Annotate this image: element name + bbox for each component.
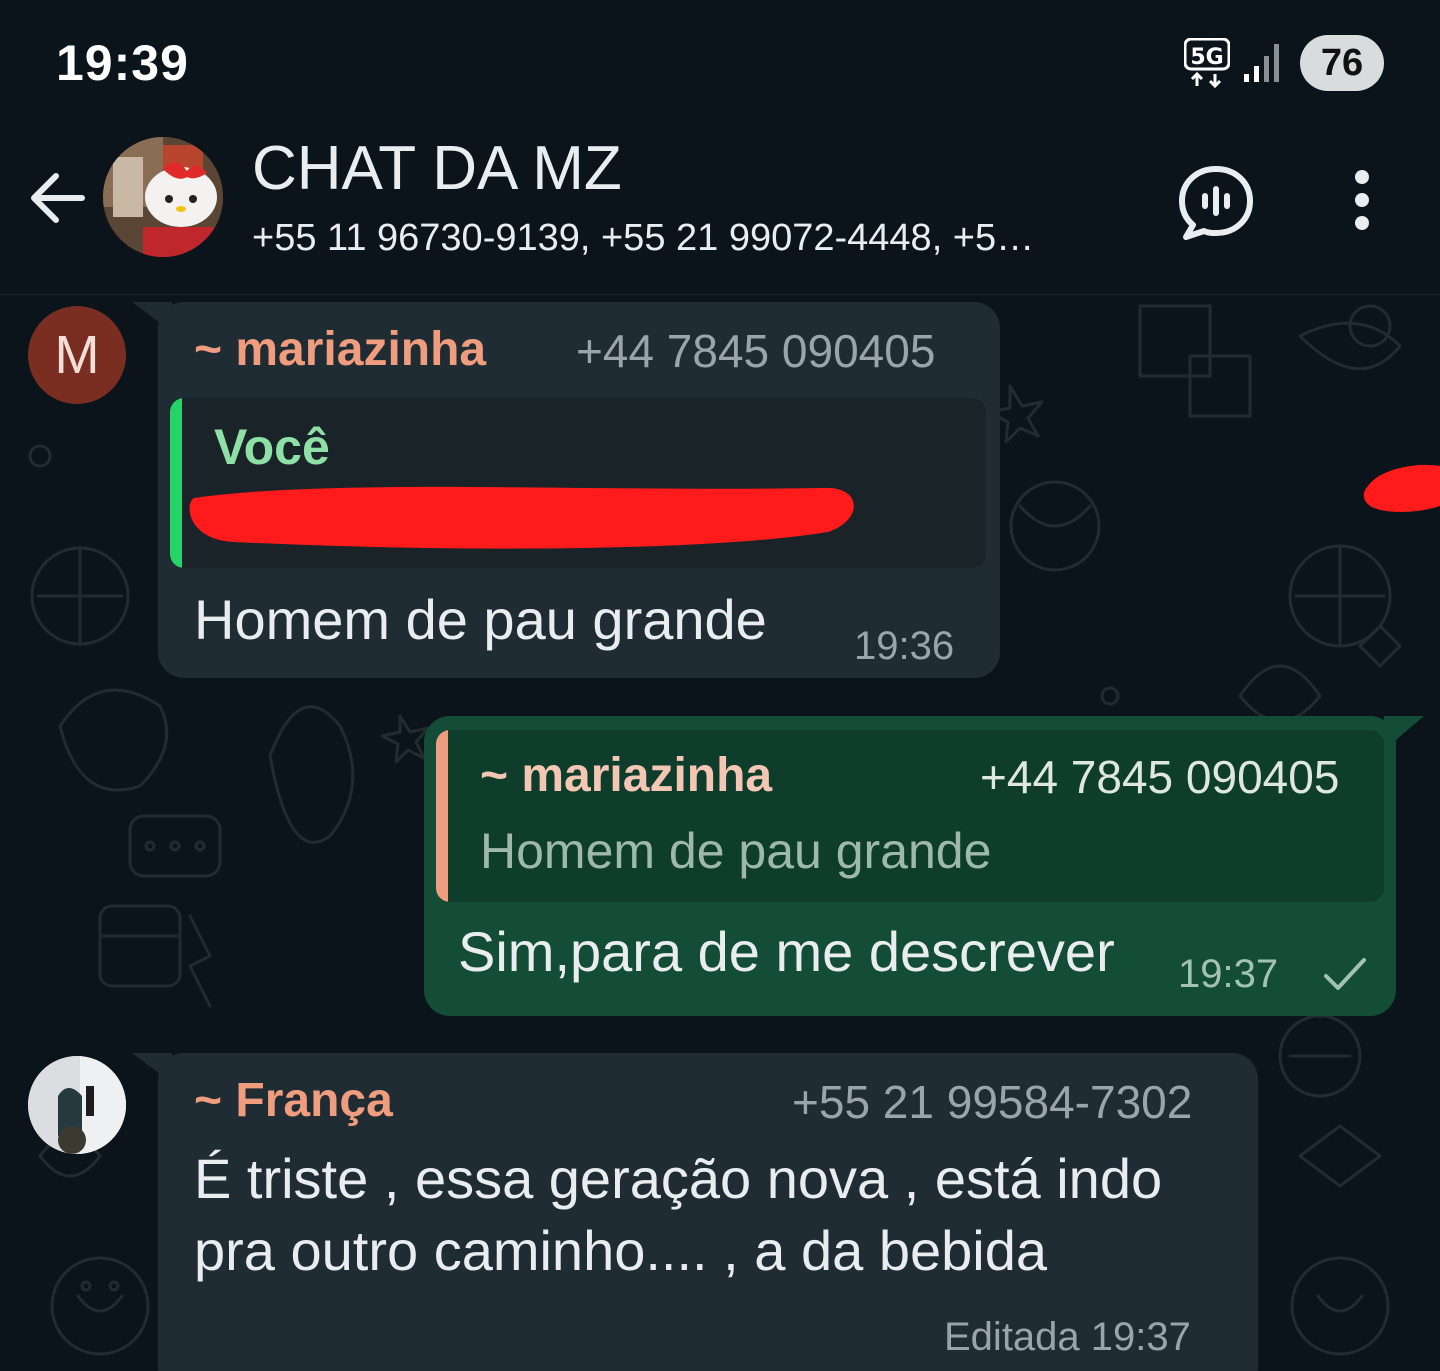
message-time-edited: Editada 19:37 [944,1315,1191,1359]
sender-phone: +44 7845 090405 [576,325,936,377]
message-time: 19:36 [854,624,955,668]
quote-accent-bar [170,398,182,568]
network-5g-icon: 5G [1183,37,1231,89]
quote-text: Homem de pau grande [480,823,992,879]
sender-phone: +55 21 99584-7302 [792,1076,1193,1128]
message-text: Sim,para de me descrever [458,920,1115,983]
more-vert-icon [1355,170,1369,230]
svg-text:5G: 5G [1190,45,1223,70]
battery-indicator: 76 [1300,35,1384,91]
voice-chat-icon [1179,166,1253,240]
back-button[interactable] [24,163,94,233]
sender-avatar-mariazinha[interactable]: M [28,306,126,404]
read-check-icon [1324,958,1366,990]
voice-chat-button[interactable] [1176,163,1256,243]
message-bubble-incoming-1[interactable]: ~ mariazinha +44 7845 090405 Você Homem … [158,302,1000,678]
chat-header: CHAT DA MZ +55 11 96730-9139, +55 21 990… [0,125,1440,295]
signal-icon [1242,42,1282,84]
redaction-mark [1363,464,1440,512]
message-bubble-incoming-2[interactable]: ~ França +55 21 99584-7302 É triste , es… [158,1053,1258,1371]
message-text-line-1: É triste , essa geração nova , está indo [194,1147,1163,1210]
message-text-line-2: pra outro caminho.... , a da bebida [194,1219,1047,1282]
group-title[interactable]: CHAT DA MZ [252,133,622,204]
quoted-message[interactable]: Você [170,398,986,568]
status-bar: 19:39 5G 76 [0,0,1440,125]
quoted-message[interactable]: ~ mariazinha +44 7845 090405 Homem de pa… [436,730,1384,902]
message-time: 19:37 [1178,952,1279,996]
sender-avatar-franca[interactable] [28,1056,126,1154]
group-members[interactable]: +55 11 96730-9139, +55 21 99072-4448, +5… [252,217,1132,260]
message-text: Homem de pau grande [194,588,767,651]
quote-sender: ~ mariazinha [480,749,773,802]
more-options-button[interactable] [1330,165,1394,235]
back-arrow-icon [31,173,85,223]
group-avatar[interactable] [103,137,223,257]
chat-area[interactable]: M ~ mariazinha +44 7845 090405 Você Home… [0,296,1440,1371]
quote-accent-bar [436,730,448,902]
quote-phone: +44 7845 090405 [980,751,1340,803]
sender-name[interactable]: ~ mariazinha [194,322,486,377]
screen: 19:39 5G 76 CHAT DA MZ +55 11 96730-9139… [0,0,1440,1371]
redaction-mark [189,486,854,549]
message-bubble-outgoing-1[interactable]: ~ mariazinha +44 7845 090405 Homem de pa… [424,716,1396,1016]
sender-name[interactable]: ~ França [194,1073,393,1128]
status-clock: 19:39 [56,35,189,91]
